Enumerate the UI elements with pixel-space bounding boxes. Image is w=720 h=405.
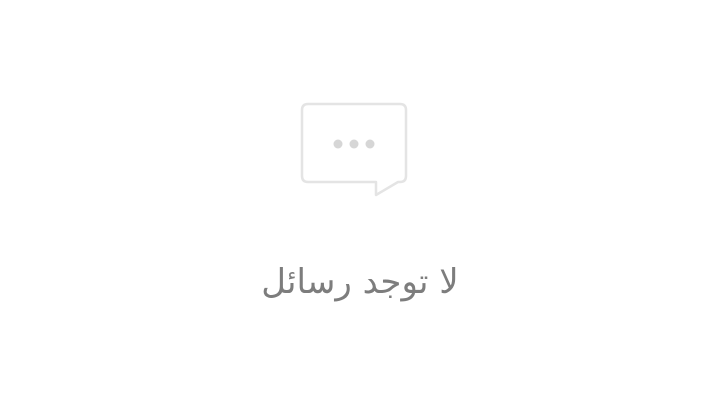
dot-icon	[333, 139, 343, 149]
chat-bubble-icon	[300, 102, 408, 197]
empty-state-message: لا توجد رسائل	[261, 262, 459, 302]
messages-empty-screen: لا توجد رسائل	[0, 0, 720, 405]
dot-icon	[365, 139, 375, 149]
dot-icon	[349, 139, 359, 149]
